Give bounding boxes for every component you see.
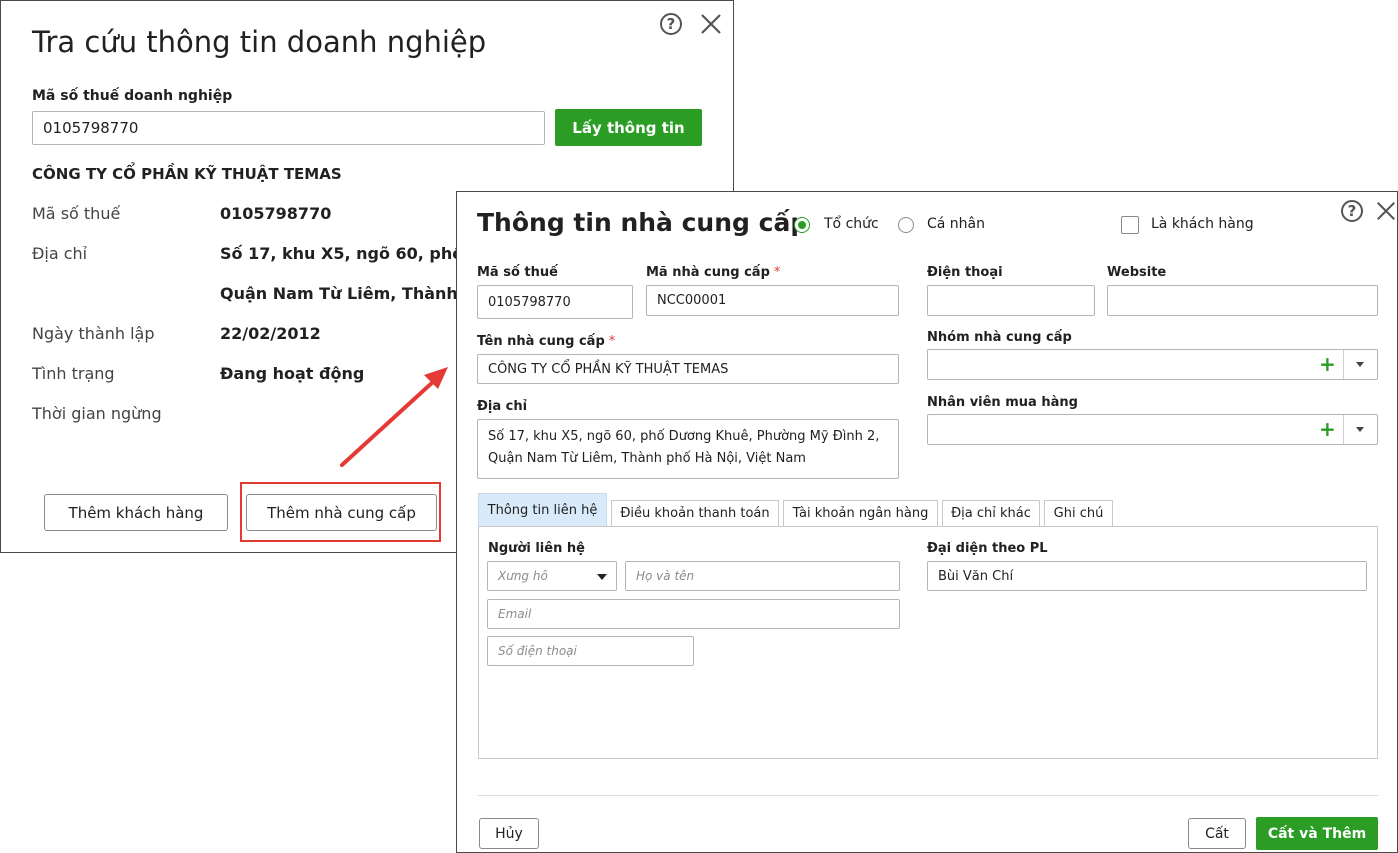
- lookup-title: Tra cứu thông tin doanh nghiệp: [32, 25, 487, 59]
- is-customer-checkbox[interactable]: [1121, 216, 1139, 234]
- help-icon[interactable]: ?: [1341, 200, 1363, 222]
- supplier-title: Thông tin nhà cung cấp: [477, 208, 809, 237]
- tax-code-input[interactable]: 0105798770: [477, 285, 633, 319]
- supplier-group-label: Nhóm nhà cung cấp: [927, 330, 1072, 345]
- website-input[interactable]: [1107, 285, 1378, 316]
- address-textarea[interactable]: Số 17, khu X5, ngõ 60, phố Dương Khuê, P…: [477, 419, 899, 479]
- address-label: Địa chỉ: [477, 399, 528, 414]
- info-value-address-2: Quận Nam Từ Liêm, Thành ph: [220, 284, 487, 303]
- save-button[interactable]: Cất: [1188, 818, 1246, 849]
- radio-organization-label: Tổ chức: [824, 216, 879, 232]
- supplier-name-label: Tên nhà cung cấp *: [477, 334, 616, 349]
- add-supplier-button[interactable]: Thêm nhà cung cấp: [246, 494, 437, 531]
- buyer-combobox[interactable]: [927, 414, 1378, 445]
- info-value-tax: 0105798770: [220, 204, 332, 223]
- info-label-tax: Mã số thuế: [32, 204, 121, 223]
- tab-other-address[interactable]: Địa chỉ khác: [942, 500, 1040, 526]
- supplier-group-combobox[interactable]: [927, 349, 1378, 380]
- info-value-founded: 22/02/2012: [220, 324, 321, 343]
- add-customer-button[interactable]: Thêm khách hàng: [44, 494, 228, 531]
- website-label: Website: [1107, 265, 1167, 280]
- contact-phone-input[interactable]: Số điện thoại: [487, 636, 694, 666]
- supplier-dialog: Thông tin nhà cung cấp Tổ chức Cá nhân L…: [456, 191, 1398, 853]
- add-group-plus-icon[interactable]: +: [1319, 354, 1336, 374]
- company-name: CÔNG TY CỔ PHẦN KỸ THUẬT TEMAS: [32, 165, 342, 183]
- email-input[interactable]: Email: [487, 599, 900, 629]
- fullname-input[interactable]: Họ và tên: [625, 561, 900, 591]
- buyer-label: Nhân viên mua hàng: [927, 395, 1078, 410]
- footer-divider: [478, 795, 1378, 796]
- radio-individual-label: Cá nhân: [927, 216, 986, 232]
- is-customer-label: Là khách hàng: [1151, 216, 1254, 232]
- fetch-info-button[interactable]: Lấy thông tin: [555, 109, 702, 146]
- radio-individual[interactable]: [898, 217, 914, 233]
- add-buyer-plus-icon[interactable]: +: [1319, 419, 1336, 439]
- supplier-code-label: Mã nhà cung cấp *: [646, 265, 781, 280]
- save-and-add-button[interactable]: Cất và Thêm: [1256, 817, 1378, 850]
- phone-label: Điện thoại: [927, 265, 1003, 280]
- radio-organization[interactable]: [794, 217, 810, 233]
- info-label-suspended: Thời gian ngừng: [32, 404, 162, 423]
- close-icon[interactable]: [1375, 200, 1397, 222]
- info-label-status: Tình trạng: [32, 364, 115, 383]
- close-icon[interactable]: [699, 12, 723, 36]
- help-icon[interactable]: ?: [660, 13, 682, 35]
- address-line-1: Số 17, khu X5, ngõ 60, phố Dương Khuê, P…: [488, 429, 880, 444]
- info-label-founded: Ngày thành lập: [32, 324, 155, 343]
- supplier-code-input[interactable]: NCC00001: [646, 285, 899, 316]
- address-line-2: Quận Nam Từ Liêm, Thành phố Hà Nội, Việt…: [488, 451, 806, 466]
- group-dropdown-icon[interactable]: [1356, 362, 1364, 367]
- arrow-annotation: [340, 367, 448, 467]
- tax-code-label: Mã số thuế doanh nghiệp: [32, 88, 233, 104]
- phone-input[interactable]: [927, 285, 1095, 316]
- buyer-divider: [1343, 415, 1344, 444]
- tab-payment-terms[interactable]: Điều khoản thanh toán: [611, 500, 779, 526]
- tax-code-label: Mã số thuế: [477, 265, 558, 280]
- tab-contact-info[interactable]: Thông tin liên hệ: [478, 493, 607, 526]
- tab-bank-account[interactable]: Tài khoản ngân hàng: [783, 500, 938, 526]
- legal-rep-label: Đại diện theo PL: [927, 541, 1048, 556]
- cancel-button[interactable]: Hủy: [479, 818, 539, 849]
- info-label-address: Địa chỉ: [32, 244, 88, 263]
- buyer-dropdown-icon[interactable]: [1356, 427, 1364, 432]
- tax-code-input[interactable]: 0105798770: [32, 111, 545, 145]
- salutation-dropdown-icon[interactable]: [597, 574, 607, 580]
- legal-rep-input[interactable]: Bùi Văn Chí: [927, 561, 1367, 591]
- contact-person-label: Người liên hệ: [488, 541, 585, 556]
- group-divider: [1343, 350, 1344, 379]
- supplier-name-input[interactable]: CÔNG TY CỔ PHẦN KỸ THUẬT TEMAS: [477, 354, 899, 384]
- tab-notes[interactable]: Ghi chú: [1044, 500, 1113, 526]
